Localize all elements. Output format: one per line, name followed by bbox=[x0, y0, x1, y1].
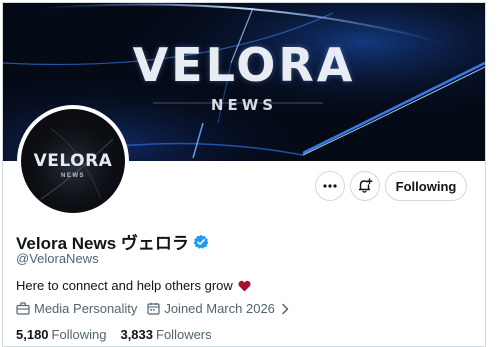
joined-date-item[interactable]: Joined March 2026 bbox=[147, 301, 290, 316]
verified-badge-icon[interactable] bbox=[193, 234, 209, 250]
followers-link[interactable]: 3,833 Followers bbox=[120, 327, 211, 342]
bell-plus-icon bbox=[358, 178, 373, 193]
avatar-subtitle: NEWS bbox=[61, 173, 85, 179]
follow-stats: 5,180 Following 3,833 Followers bbox=[16, 327, 212, 342]
following-count: 5,180 bbox=[16, 327, 49, 342]
banner-title: VELORA bbox=[132, 38, 356, 92]
notifications-button[interactable] bbox=[350, 171, 380, 201]
calendar-icon bbox=[147, 302, 160, 315]
profile-meta: Media Personality Joined March 2026 bbox=[16, 301, 290, 316]
category-item: Media Personality bbox=[16, 301, 137, 316]
following-button[interactable]: Following bbox=[385, 171, 467, 201]
profile-card: VELORA NEWS VELORA NEWS Following Velora… bbox=[2, 2, 486, 347]
joined-date-label: Joined March 2026 bbox=[164, 301, 275, 316]
heart-icon bbox=[238, 280, 251, 292]
bio-text: Here to connect and help others grow bbox=[16, 278, 233, 293]
more-options-button[interactable] bbox=[315, 171, 345, 201]
avatar-image: VELORA NEWS bbox=[21, 109, 125, 213]
chevron-right-icon bbox=[282, 303, 289, 314]
more-horizontal-icon bbox=[323, 184, 337, 188]
briefcase-icon bbox=[16, 302, 30, 315]
followers-count: 3,833 bbox=[120, 327, 154, 342]
profile-bio: Here to connect and help others grow bbox=[16, 278, 251, 293]
avatar-title: VELORA bbox=[33, 151, 113, 171]
followers-label: Followers bbox=[156, 327, 212, 342]
user-handle: @VeloraNews bbox=[16, 251, 99, 266]
avatar[interactable]: VELORA NEWS bbox=[17, 105, 129, 217]
category-label: Media Personality bbox=[34, 301, 138, 316]
following-link[interactable]: 5,180 Following bbox=[16, 327, 106, 342]
following-label: Following bbox=[51, 327, 107, 342]
